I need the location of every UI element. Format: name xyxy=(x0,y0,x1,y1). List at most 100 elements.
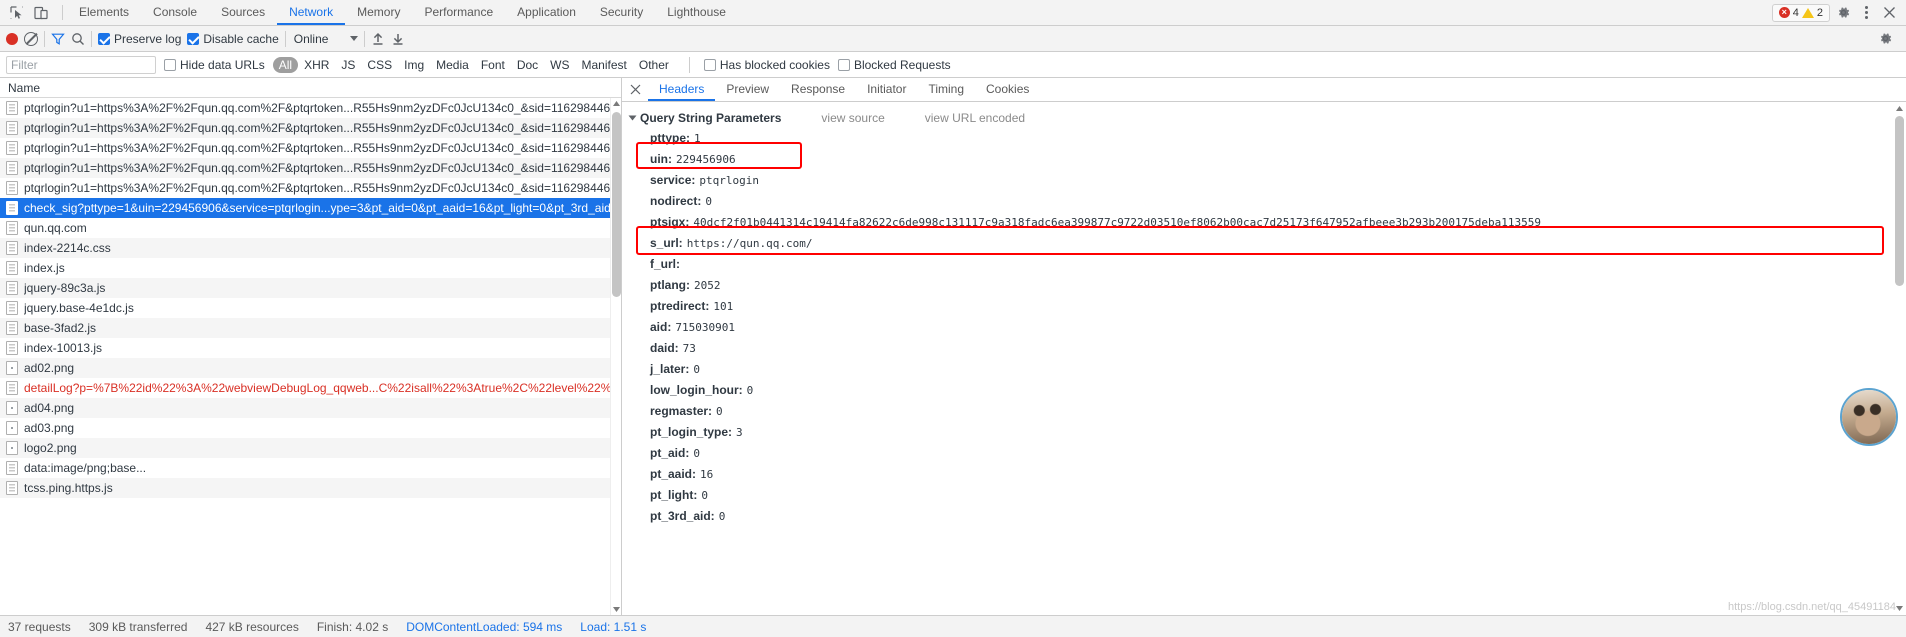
tab-sources[interactable]: Sources xyxy=(209,0,277,25)
filter-type-img[interactable]: Img xyxy=(398,57,430,73)
param-row: pt_aid: 0 xyxy=(622,443,1906,464)
tab-cookies[interactable]: Cookies xyxy=(975,78,1040,101)
table-row[interactable]: ptqrlogin?u1=https%3A%2F%2Fqun.qq.com%2F… xyxy=(0,138,621,158)
table-row[interactable]: qun.qq.com xyxy=(0,218,621,238)
filter-type-ws[interactable]: WS xyxy=(544,57,575,73)
filter-type-font[interactable]: Font xyxy=(475,57,511,73)
table-row[interactable]: tcss.ping.https.js xyxy=(0,478,621,498)
view-url-encoded-link[interactable]: view URL encoded xyxy=(925,111,1025,125)
resources-size: 427 kB resources xyxy=(205,619,299,634)
filter-type-all[interactable]: All xyxy=(272,56,299,73)
tab-headers[interactable]: Headers xyxy=(648,78,716,101)
avatar[interactable] xyxy=(1840,388,1898,446)
headers-content: Query String Parameters view source view… xyxy=(622,102,1906,615)
tab-performance[interactable]: Performance xyxy=(412,0,505,25)
devtools-window: Elements Console Sources Network Memory … xyxy=(0,0,1906,637)
table-row[interactable]: index.js xyxy=(0,258,621,278)
chevron-down-icon xyxy=(350,36,359,41)
request-name: ad02.png xyxy=(24,361,75,375)
param-value: 0 xyxy=(746,384,754,397)
request-list-body[interactable]: ptqrlogin?u1=https%3A%2F%2Fqun.qq.com%2F… xyxy=(0,98,621,615)
table-row[interactable]: jquery-89c3a.js xyxy=(0,278,621,298)
param-key: j_later: xyxy=(650,362,690,376)
filter-type-manifest[interactable]: Manifest xyxy=(576,57,633,73)
close-icon[interactable] xyxy=(1878,2,1900,24)
filter-type-other[interactable]: Other xyxy=(633,57,675,73)
tab-security[interactable]: Security xyxy=(588,0,655,25)
table-row[interactable]: ptqrlogin?u1=https%3A%2F%2Fqun.qq.com%2F… xyxy=(0,118,621,138)
table-row[interactable]: base-3fad2.js xyxy=(0,318,621,338)
tab-memory[interactable]: Memory xyxy=(345,0,412,25)
doc-icon xyxy=(6,381,18,395)
table-row[interactable]: ad04.png xyxy=(0,398,621,418)
download-arrow-icon[interactable] xyxy=(391,32,405,46)
scroll-up-icon[interactable] xyxy=(611,98,622,109)
hide-data-urls-checkbox[interactable]: Hide data URLs xyxy=(164,58,265,72)
table-row[interactable]: jquery.base-4e1dc.js xyxy=(0,298,621,318)
param-key: pt_aid: xyxy=(650,446,690,460)
gear-icon[interactable] xyxy=(1832,2,1854,24)
tab-initiator[interactable]: Initiator xyxy=(856,78,917,101)
table-row-selected[interactable]: check_sig?pttype=1&uin=229456906&service… xyxy=(0,198,621,218)
table-row[interactable]: logo2.png xyxy=(0,438,621,458)
filter-type-media[interactable]: Media xyxy=(430,57,475,73)
table-row[interactable]: ptqrlogin?u1=https%3A%2F%2Fqun.qq.com%2F… xyxy=(0,178,621,198)
disable-cache-checkbox[interactable]: Disable cache xyxy=(187,32,279,46)
table-row[interactable]: ad03.png xyxy=(0,418,621,438)
request-list-pane: Name ptqrlogin?u1=https%3A%2F%2Fqun.qq.c… xyxy=(0,78,622,615)
scroll-up-icon[interactable] xyxy=(1893,102,1906,115)
view-source-link[interactable]: view source xyxy=(821,111,884,125)
throttle-value: Online xyxy=(293,31,329,46)
scroll-down-icon[interactable] xyxy=(611,604,622,615)
tab-application[interactable]: Application xyxy=(505,0,588,25)
issues-counter[interactable]: × 4 2 xyxy=(1771,3,1830,22)
request-list-scrollbar[interactable] xyxy=(610,98,621,615)
filter-type-js[interactable]: JS xyxy=(335,57,361,73)
upload-arrow-icon[interactable] xyxy=(371,32,385,46)
search-icon[interactable] xyxy=(71,32,85,46)
funnel-icon[interactable] xyxy=(51,32,65,46)
doc-icon xyxy=(6,261,18,275)
scrollbar-thumb[interactable] xyxy=(1895,116,1904,286)
filter-type-xhr[interactable]: XHR xyxy=(298,57,335,73)
detail-pane-scrollbar[interactable] xyxy=(1893,102,1906,615)
kebab-menu-icon[interactable] xyxy=(1856,3,1876,23)
filter-type-css[interactable]: CSS xyxy=(361,57,398,73)
tab-response[interactable]: Response xyxy=(780,78,856,101)
param-value: ptqrlogin xyxy=(699,174,759,187)
close-icon[interactable] xyxy=(622,78,648,101)
watermark: https://blog.csdn.net/qq_45491184 xyxy=(1728,601,1896,613)
filter-input[interactable] xyxy=(6,55,156,74)
param-value: 0 xyxy=(705,195,712,208)
filter-type-doc[interactable]: Doc xyxy=(511,57,544,73)
preserve-log-checkbox[interactable]: Preserve log xyxy=(98,32,181,46)
tab-elements[interactable]: Elements xyxy=(67,0,141,25)
scrollbar-thumb[interactable] xyxy=(612,112,621,297)
filter-divider xyxy=(688,56,690,73)
record-button[interactable] xyxy=(6,32,18,45)
tab-preview[interactable]: Preview xyxy=(715,78,780,101)
network-settings-gear-icon[interactable] xyxy=(1874,28,1896,50)
clear-button[interactable] xyxy=(24,31,38,46)
tab-lighthouse[interactable]: Lighthouse xyxy=(655,0,738,25)
blocked-requests-checkbox[interactable]: Blocked Requests xyxy=(837,58,951,72)
table-row[interactable]: ptqrlogin?u1=https%3A%2F%2Fqun.qq.com%2F… xyxy=(0,158,621,178)
table-row[interactable]: detailLog?p=%7B%22id%22%3A%22webviewDebu… xyxy=(0,378,621,398)
tab-timing[interactable]: Timing xyxy=(917,78,975,101)
request-name: detailLog?p=%7B%22id%22%3A%22webviewDebu… xyxy=(24,381,621,395)
chevron-down-icon[interactable] xyxy=(628,115,637,121)
table-row[interactable]: index-2214c.css xyxy=(0,238,621,258)
table-row[interactable]: index-10013.js xyxy=(0,338,621,358)
table-row[interactable]: ad02.png xyxy=(0,358,621,378)
inspect-element-icon[interactable] xyxy=(6,2,28,24)
tab-console[interactable]: Console xyxy=(141,0,209,25)
has-blocked-cookies-checkbox[interactable]: Has blocked cookies xyxy=(703,58,830,72)
param-value: 229456906 xyxy=(676,153,736,166)
tab-network[interactable]: Network xyxy=(277,0,346,25)
device-toolbar-icon[interactable] xyxy=(30,2,52,24)
network-main-area: Name ptqrlogin?u1=https%3A%2F%2Fqun.qq.c… xyxy=(0,78,1906,615)
param-key: uin: xyxy=(650,152,672,166)
table-row[interactable]: data:image/png;base... xyxy=(0,458,621,478)
table-row[interactable]: ptqrlogin?u1=https%3A%2F%2Fqun.qq.com%2F… xyxy=(0,98,621,118)
throttle-dropdown[interactable]: Online xyxy=(292,32,359,46)
